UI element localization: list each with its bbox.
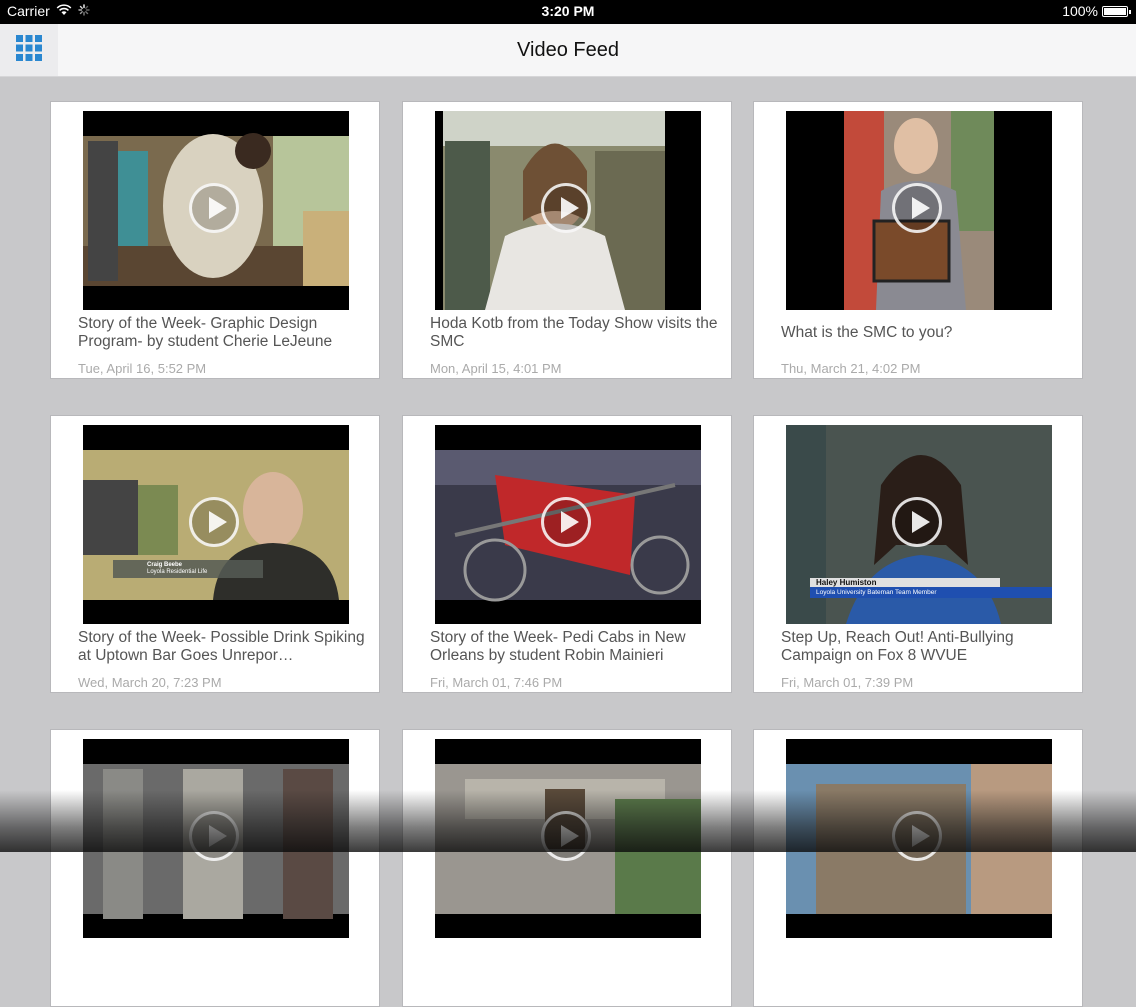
battery-percent: 100% xyxy=(1062,3,1098,19)
video-thumbnail[interactable]: Haley Humiston Loyola University Bateman… xyxy=(786,425,1052,624)
video-thumbnail[interactable] xyxy=(83,111,349,310)
video-card[interactable]: Haley Humiston Loyola University Bateman… xyxy=(753,415,1083,693)
lower-third-caption: Haley Humiston Loyola University Bateman… xyxy=(786,578,1052,598)
video-title: Hoda Kotb from the Today Show visits the… xyxy=(430,315,718,350)
play-icon xyxy=(541,811,591,861)
status-time: 3:20 PM xyxy=(541,3,595,19)
video-title: Story of the Week- Possible Drink Spikin… xyxy=(78,629,365,664)
video-date: Mon, April 15, 4:01 PM xyxy=(430,361,562,376)
video-title xyxy=(430,943,720,979)
video-title: Story of the Week- Pedi Cabs in New Orle… xyxy=(430,629,686,664)
play-icon xyxy=(892,811,942,861)
video-thumbnail[interactable] xyxy=(786,739,1052,938)
play-icon xyxy=(189,497,239,547)
caption-name: Craig Beebe xyxy=(147,562,183,568)
video-date: Fri, March 01, 7:46 PM xyxy=(430,675,563,690)
video-date: Fri, March 01, 7:39 PM xyxy=(781,675,914,690)
video-card[interactable] xyxy=(753,729,1083,1007)
video-title: What is the SMC to you? xyxy=(781,324,953,341)
video-thumbnail[interactable] xyxy=(435,739,701,938)
lower-third-caption: Craig Beebe Loyola Residential Life xyxy=(147,562,207,576)
page-title: Video Feed xyxy=(517,39,619,61)
play-icon xyxy=(189,183,239,233)
video-thumbnail[interactable] xyxy=(786,111,1052,310)
video-date: Tue, April 16, 5:52 PM xyxy=(78,361,207,376)
video-card[interactable]: Hoda Kotb from the Today Show visits the… xyxy=(402,101,732,379)
video-thumbnail[interactable] xyxy=(83,739,349,938)
video-thumbnail[interactable] xyxy=(435,425,701,624)
caption-name: Haley Humiston xyxy=(816,578,877,587)
navigation-bar: Video Feed xyxy=(0,24,1136,77)
video-card[interactable]: Story of the Week- Graphic Design Progra… xyxy=(50,101,380,379)
video-card[interactable]: Craig Beebe Loyola Residential Life Stor… xyxy=(50,415,380,693)
video-title: Story of the Week- Graphic Design Progra… xyxy=(78,315,333,350)
play-icon xyxy=(189,811,239,861)
battery-icon xyxy=(1102,5,1131,17)
video-thumbnail[interactable]: Craig Beebe Loyola Residential Life xyxy=(83,425,349,624)
video-card[interactable] xyxy=(50,729,380,1007)
caption-role: Loyola Residential Life xyxy=(147,569,208,575)
video-card[interactable] xyxy=(402,729,732,1007)
video-date: Thu, March 21, 4:02 PM xyxy=(781,361,921,376)
caption-role: Loyola University Bateman Team Member xyxy=(816,589,937,596)
play-icon xyxy=(892,183,942,233)
video-card[interactable]: What is the SMC to you? Thu, March 21, 4… xyxy=(753,101,1083,379)
video-title xyxy=(781,943,1071,979)
play-icon xyxy=(541,183,591,233)
video-title: Step Up, Reach Out! Anti-Bullying Campai… xyxy=(781,629,1014,664)
video-card[interactable]: Story of the Week- Pedi Cabs in New Orle… xyxy=(402,415,732,693)
video-title xyxy=(78,943,368,979)
status-bar: Carrier 3:20 PM 100% xyxy=(0,0,1136,24)
video-thumbnail[interactable] xyxy=(435,111,701,310)
video-date: Wed, March 20, 7:23 PM xyxy=(78,675,222,690)
play-icon xyxy=(892,497,942,547)
play-icon xyxy=(541,497,591,547)
